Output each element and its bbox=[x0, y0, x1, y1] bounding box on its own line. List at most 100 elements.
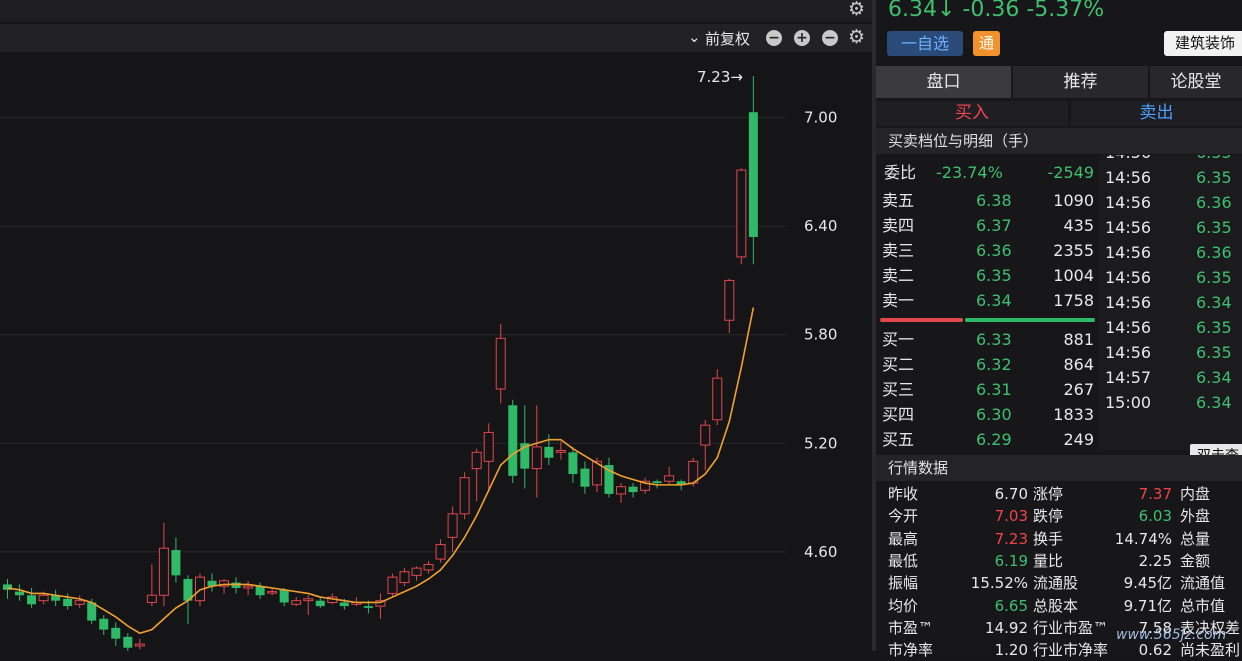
detail-row: 14:56 6.35 bbox=[1098, 155, 1242, 165]
candle-body bbox=[724, 279, 735, 321]
market-value: 9.45亿 bbox=[1123, 574, 1172, 593]
candle-body bbox=[339, 602, 349, 607]
bid-volume: 864 bbox=[1063, 355, 1094, 374]
detail-time: 14:56 bbox=[1105, 193, 1152, 212]
candle-body bbox=[99, 618, 109, 630]
candle-body bbox=[664, 475, 675, 482]
sell-button[interactable]: 卖出 bbox=[1071, 101, 1242, 126]
ask-price: 6.34 bbox=[976, 291, 1012, 310]
detail-price: 6.35 bbox=[1196, 218, 1232, 237]
tab-recommend[interactable]: 推荐 bbox=[1013, 66, 1148, 98]
detail-row: 15:00 6.34 bbox=[1098, 390, 1242, 415]
candle-body bbox=[27, 595, 37, 605]
candle-body bbox=[279, 589, 289, 603]
candle-body bbox=[74, 600, 85, 605]
detail-price: 6.34 bbox=[1196, 393, 1232, 412]
ask-label: 卖五 bbox=[882, 191, 915, 210]
bid-volume: 267 bbox=[1063, 380, 1094, 399]
bid-volume: 881 bbox=[1063, 330, 1094, 349]
ask-row: 卖一 6.34 1758 bbox=[876, 288, 1098, 313]
market-label: 昨收 bbox=[888, 485, 919, 503]
ask-price: 6.36 bbox=[976, 241, 1012, 260]
candle-body bbox=[544, 446, 554, 458]
y-tick-label: 5.80 bbox=[804, 326, 837, 344]
detail-time: 14:56 bbox=[1105, 243, 1152, 262]
bid-label: 买四 bbox=[882, 405, 915, 424]
market-value: 6.03 bbox=[1138, 507, 1172, 526]
industry-button[interactable]: 建筑装饰 bbox=[1164, 31, 1242, 56]
detail-row: 14:56 6.35 bbox=[1098, 215, 1242, 240]
market-value: 7.37 bbox=[1138, 485, 1172, 503]
detail-row: 14:56 6.36 bbox=[1098, 190, 1242, 215]
tab-forum[interactable]: 论股堂 bbox=[1150, 66, 1242, 98]
market-label: 金额 bbox=[1180, 551, 1211, 570]
ask-volume: 2355 bbox=[1053, 241, 1094, 260]
candle-body bbox=[363, 606, 373, 608]
market-label: 今开 bbox=[888, 507, 919, 526]
bid-row: 买五 6.29 249 bbox=[876, 427, 1098, 452]
ratio-diff: -2549 bbox=[1047, 163, 1095, 182]
kline-chart[interactable]: 7.00 6.40 5.80 5.20 4.60 7.23→ bbox=[0, 0, 872, 651]
candle-body bbox=[568, 452, 578, 475]
candle-body bbox=[423, 563, 434, 571]
sell-strength-bar bbox=[965, 318, 1095, 322]
ratio-pct: -23.74% bbox=[936, 163, 1003, 182]
ask-price: 6.38 bbox=[976, 191, 1012, 210]
trade-detail-list[interactable]: 14:566.3514:566.3514:566.3614:566.3514:5… bbox=[1098, 155, 1242, 450]
candle-body bbox=[580, 468, 590, 487]
ask-volume: 1090 bbox=[1053, 191, 1094, 210]
market-value: 7.03 bbox=[994, 507, 1028, 526]
price-change-pct: -5.37% bbox=[1026, 0, 1105, 22]
ask-price: 6.35 bbox=[976, 266, 1012, 285]
tab-pankou[interactable]: 盘口 bbox=[876, 66, 1011, 98]
tong-badge[interactable]: 通 bbox=[973, 31, 1000, 56]
bid-price: 6.31 bbox=[976, 380, 1012, 399]
candle-body bbox=[171, 550, 181, 576]
buy-button[interactable]: 买入 bbox=[876, 101, 1068, 126]
candle-body bbox=[628, 486, 638, 493]
market-label: 最高 bbox=[888, 529, 919, 548]
down-arrow-icon: ↓ bbox=[936, 0, 956, 22]
market-label: 换手 bbox=[1033, 529, 1064, 548]
market-value: 6.19 bbox=[994, 551, 1028, 570]
candle-body bbox=[508, 405, 518, 476]
panel-tabs: 盘口 推荐 论股堂 bbox=[876, 66, 1242, 98]
candle-body bbox=[435, 544, 446, 560]
detail-price: 6.35 bbox=[1196, 343, 1232, 362]
market-value: 1.20 bbox=[994, 641, 1028, 660]
y-tick-label: 5.20 bbox=[804, 434, 837, 452]
candle-body bbox=[736, 169, 747, 258]
detail-time: 14:56 bbox=[1105, 318, 1152, 337]
market-value: 7.23 bbox=[994, 529, 1028, 548]
candle-body bbox=[243, 585, 254, 589]
detail-time: 15:00 bbox=[1105, 393, 1152, 412]
detail-row: 14:56 6.35 bbox=[1098, 340, 1242, 365]
market-value: 2.25 bbox=[1138, 551, 1172, 570]
candle-body bbox=[495, 337, 506, 390]
detail-row: 14:56 6.34 bbox=[1098, 290, 1242, 315]
kline-panel[interactable]: ⚙ ⌄ 前复权 − + − ⚙ 7.00 6.40 5.80 5.20 4.60 7.2… bbox=[0, 0, 872, 651]
detail-time: 14:57 bbox=[1105, 368, 1152, 387]
bid-price: 6.32 bbox=[976, 355, 1012, 374]
watchlist-button[interactable]: 一自选 bbox=[887, 31, 963, 56]
max-price-label: 7.23→ bbox=[697, 68, 743, 86]
price-header: 6.34↓ -0.36 -5.37% bbox=[888, 0, 1104, 22]
candle-body bbox=[38, 594, 49, 602]
candle-body bbox=[700, 424, 711, 446]
bid-label: 买三 bbox=[882, 380, 915, 399]
ask-label: 卖三 bbox=[882, 241, 915, 260]
market-label: 市盈™ bbox=[888, 618, 934, 637]
detail-price: 6.36 bbox=[1196, 193, 1232, 212]
bid-price: 6.29 bbox=[976, 430, 1012, 449]
candle-body bbox=[146, 594, 157, 603]
market-value: 6.70 bbox=[994, 485, 1028, 503]
market-value: 9.71亿 bbox=[1123, 596, 1172, 615]
candle-body bbox=[652, 481, 662, 484]
orderbook-title: 买卖档位与明细（手） bbox=[876, 128, 1242, 154]
detail-time: 14:56 bbox=[1105, 268, 1152, 287]
price-change: -0.36 bbox=[962, 0, 1020, 22]
bid-row: 买四 6.30 1833 bbox=[876, 402, 1098, 427]
candle-body bbox=[267, 591, 278, 594]
detail-price: 6.35 bbox=[1196, 168, 1232, 187]
candle-body bbox=[712, 377, 723, 421]
